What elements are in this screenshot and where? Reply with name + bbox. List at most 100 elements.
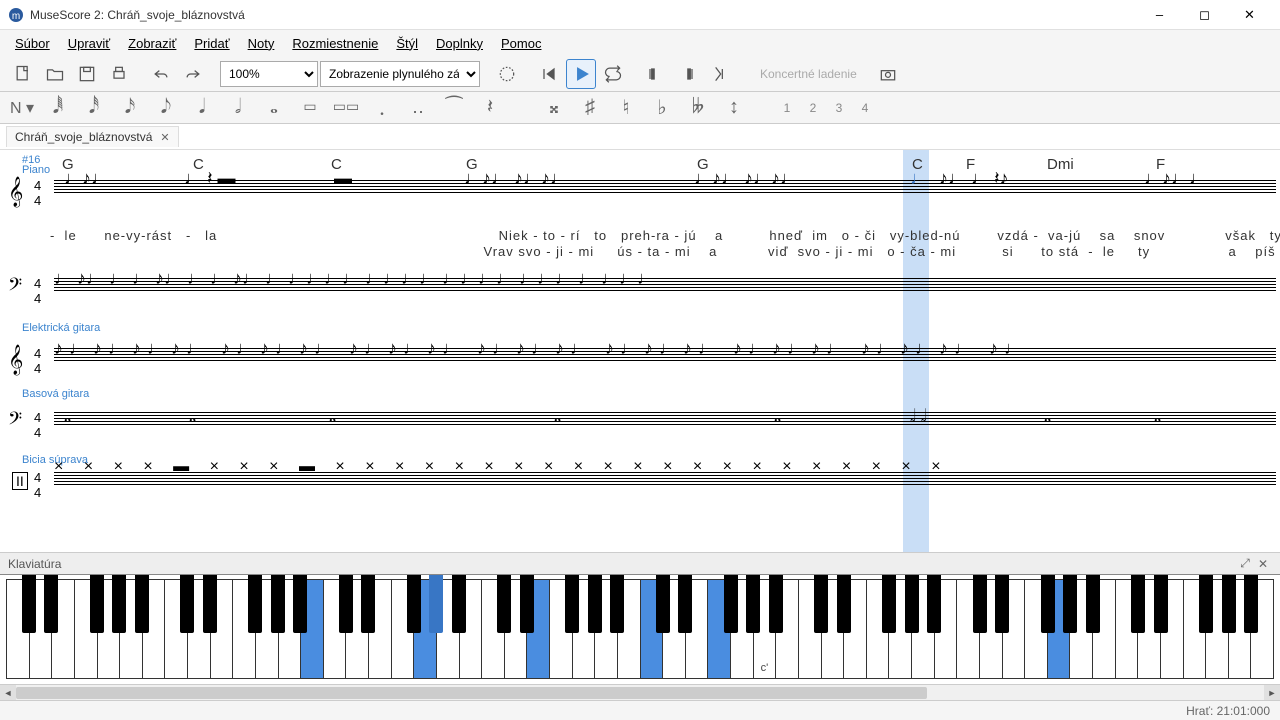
dot-button[interactable]: .	[368, 94, 396, 122]
scroll-left-button[interactable]: ◄	[0, 685, 16, 700]
black-key[interactable]	[565, 575, 579, 633]
flat-button[interactable]: ♭	[648, 94, 676, 122]
duration-64th[interactable]: 𝅘𝅥𝅱	[44, 94, 72, 122]
countin-button[interactable]	[704, 59, 734, 89]
menu-add[interactable]: Pridať	[185, 33, 238, 54]
black-key[interactable]	[497, 575, 511, 633]
black-key[interactable]	[814, 575, 828, 633]
menu-help[interactable]: Pomoc	[492, 33, 550, 54]
duration-breve[interactable]: ▭	[296, 94, 324, 122]
voice-4-button[interactable]: 4	[856, 98, 874, 118]
voice-1-button[interactable]: 1	[778, 98, 796, 118]
black-key[interactable]	[1063, 575, 1077, 633]
black-key[interactable]	[678, 575, 692, 633]
duration-quarter[interactable]: 𝅘𝅥	[188, 94, 216, 122]
menu-style[interactable]: Štýl	[387, 33, 427, 54]
close-panel-icon[interactable]: ✕	[1254, 555, 1272, 573]
print-button[interactable]	[104, 59, 134, 89]
duration-16th[interactable]: 𝅘𝅥𝅯	[116, 94, 144, 122]
black-key[interactable]	[429, 575, 443, 633]
black-key[interactable]	[769, 575, 783, 633]
double-dot-button[interactable]: ‥	[404, 94, 432, 122]
black-key[interactable]	[44, 575, 58, 633]
layout-select[interactable]: Zobrazenie plynulého zápisu	[320, 61, 480, 87]
voice-3-button[interactable]: 3	[830, 98, 848, 118]
flip-button[interactable]: ↕	[720, 94, 748, 122]
black-key[interactable]	[973, 575, 987, 633]
black-key[interactable]	[1041, 575, 1055, 633]
black-key[interactable]	[1199, 575, 1213, 633]
loop-button[interactable]	[598, 59, 628, 89]
black-key[interactable]	[361, 575, 375, 633]
menu-plugins[interactable]: Doplnky	[427, 33, 492, 54]
black-key[interactable]	[112, 575, 126, 633]
black-key[interactable]	[135, 575, 149, 633]
open-file-button[interactable]	[40, 59, 70, 89]
note-input-mode-button[interactable]: N ▾	[8, 94, 36, 122]
black-key[interactable]	[905, 575, 919, 633]
minimize-button[interactable]: –	[1137, 1, 1182, 29]
redo-button[interactable]	[178, 59, 208, 89]
black-key[interactable]	[588, 575, 602, 633]
metronome-button[interactable]	[492, 59, 522, 89]
play-button[interactable]	[566, 59, 596, 89]
loop-end-button[interactable]	[672, 59, 702, 89]
black-key[interactable]	[271, 575, 285, 633]
black-key[interactable]	[724, 575, 738, 633]
duration-32nd[interactable]: 𝅘𝅥𝅰	[80, 94, 108, 122]
black-key[interactable]	[1131, 575, 1145, 633]
black-key[interactable]	[180, 575, 194, 633]
black-key[interactable]	[656, 575, 670, 633]
black-key[interactable]	[882, 575, 896, 633]
score-canvas[interactable]: #16 Piano GCCGGCFDmiF 𝄞 44 ♩♪♩♩ 𝄽 ▬ ▬ ♩♪…	[0, 150, 1280, 552]
black-key[interactable]	[1154, 575, 1168, 633]
rest-button[interactable]: 𝄽	[476, 94, 504, 122]
black-key[interactable]	[1086, 575, 1100, 633]
black-key[interactable]	[452, 575, 466, 633]
black-key[interactable]	[610, 575, 624, 633]
black-key[interactable]	[90, 575, 104, 633]
duration-8th[interactable]: 𝅘𝅥𝅮	[152, 94, 180, 122]
sharp-button[interactable]: ♯	[576, 94, 604, 122]
concert-pitch-label[interactable]: Koncertné ladenie	[746, 67, 871, 81]
maximize-button[interactable]: ◻	[1182, 1, 1227, 29]
loop-start-button[interactable]	[640, 59, 670, 89]
duration-whole[interactable]: 𝅝	[260, 94, 288, 122]
black-key[interactable]	[407, 575, 421, 633]
scroll-right-button[interactable]: ►	[1264, 685, 1280, 700]
black-key[interactable]	[1222, 575, 1236, 633]
black-key[interactable]	[293, 575, 307, 633]
tab-document[interactable]: Chráň_svoje_bláznovstvá ✕	[6, 126, 179, 147]
zoom-select[interactable]: 100%	[220, 61, 318, 87]
camera-button[interactable]	[873, 59, 903, 89]
black-key[interactable]	[248, 575, 262, 633]
double-flat-button[interactable]: 𝄫	[684, 94, 712, 122]
expand-icon[interactable]: ⤢	[1236, 555, 1254, 573]
black-key[interactable]	[995, 575, 1009, 633]
voice-2-button[interactable]: 2	[804, 98, 822, 118]
black-key[interactable]	[22, 575, 36, 633]
undo-button[interactable]	[146, 59, 176, 89]
scroll-thumb[interactable]	[16, 687, 927, 699]
menu-layout[interactable]: Rozmiestnenie	[283, 33, 387, 54]
black-key[interactable]	[927, 575, 941, 633]
close-tab-icon[interactable]: ✕	[160, 131, 169, 144]
duration-half[interactable]: 𝅗𝅥	[224, 94, 252, 122]
black-key[interactable]	[520, 575, 534, 633]
save-button[interactable]	[72, 59, 102, 89]
double-sharp-button[interactable]: 𝄪	[540, 94, 568, 122]
duration-longa[interactable]: ▭▭	[332, 94, 360, 122]
black-key[interactable]	[837, 575, 851, 633]
new-file-button[interactable]	[8, 59, 38, 89]
black-key[interactable]	[1244, 575, 1258, 633]
close-button[interactable]: ✕	[1227, 1, 1272, 29]
black-key[interactable]	[203, 575, 217, 633]
black-key[interactable]	[339, 575, 353, 633]
menu-edit[interactable]: Upraviť	[59, 33, 119, 54]
menu-view[interactable]: Zobraziť	[119, 33, 185, 54]
tie-button[interactable]: ⁀	[440, 94, 468, 122]
rewind-button[interactable]	[534, 59, 564, 89]
piano-keyboard[interactable]: c'	[0, 574, 1280, 684]
menu-file[interactable]: Súbor	[6, 33, 59, 54]
menu-notes[interactable]: Noty	[239, 33, 284, 54]
